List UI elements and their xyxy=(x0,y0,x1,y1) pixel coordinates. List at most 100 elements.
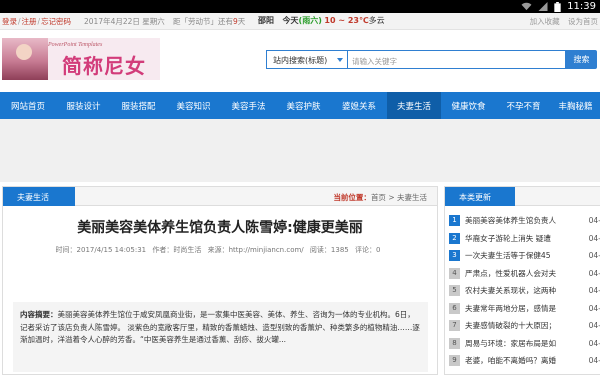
nav-beauty-techniques[interactable]: 美容手法 xyxy=(221,92,276,119)
bookmark-link[interactable]: 加入收藏 xyxy=(530,17,560,26)
weather-sky: (雨六) xyxy=(298,16,322,25)
list-item[interactable]: 8 周易与环境：家居布局是如 04- xyxy=(449,335,600,353)
list-item-title[interactable]: 美丽美容美体养生馆负责人 xyxy=(465,215,586,226)
countdown-suffix: 天 xyxy=(237,17,246,26)
signal-icon xyxy=(538,2,548,11)
site-logo[interactable]: PowerPoint Templates 简称尼女性 xyxy=(2,38,160,80)
sidebar-header: 本类更新 xyxy=(445,187,600,206)
wifi-icon xyxy=(521,2,532,11)
search-scope-value: 站内搜索(标题) xyxy=(273,56,328,65)
nav-home[interactable]: 网站首页 xyxy=(0,92,56,119)
nav-skin-care[interactable]: 美容护肤 xyxy=(276,92,331,119)
summary-text: 美丽美容美体养生馆位于咸安凤凰商业街，是一家集中医美容、美体、养生、咨询为一体的… xyxy=(20,310,420,344)
rank-badge: 9 xyxy=(449,355,460,367)
weather-city: 邵阳 xyxy=(258,16,274,25)
article-panel: 夫妻生活 当前位置：首页 > 夫妻生活 美丽美容美体养生馆负责人陈雪婷:健康更美… xyxy=(2,186,438,375)
breadcrumb-separator: > xyxy=(385,193,397,202)
rank-badge: 6 xyxy=(449,302,460,314)
nav-married-life[interactable]: 夫妻生活 xyxy=(387,92,441,119)
list-item-date: 04- xyxy=(588,251,600,261)
current-date: 2017年4月22日 星期六 xyxy=(84,17,165,26)
breadcrumb-label: 当前位置： xyxy=(333,193,371,202)
article-views: 阅读：1385 xyxy=(309,246,349,254)
top-info-bar: 登录/注册/忘记密码 2017年4月22日 星期六 距「劳动节」还有9天 邵阳 … xyxy=(0,13,600,30)
list-item-title[interactable]: 一次夫妻生活等于保健45 xyxy=(465,250,586,261)
search-input[interactable]: 请输入关键字 xyxy=(348,50,566,69)
article-comments: 评论：0 xyxy=(354,246,381,254)
login-link[interactable]: 登录 xyxy=(2,17,17,26)
nav-clothing-design[interactable]: 服装设计 xyxy=(56,92,111,119)
list-item-title[interactable]: 华裔女子游轮上消失 疑遭 xyxy=(465,233,586,244)
article-summary: 内容摘要：美丽美容美体养生馆位于咸安凤凰商业街，是一家集中医美容、美体、养生、咨… xyxy=(13,302,428,372)
rank-badge: 5 xyxy=(449,285,460,297)
section-tab[interactable]: 夫妻生活 xyxy=(3,187,75,206)
weather-condition: 多云 xyxy=(368,16,385,25)
separator: / xyxy=(18,17,21,26)
list-item[interactable]: 2 华裔女子游轮上消失 疑遭 04- xyxy=(449,230,600,248)
weather-widget: 邵阳 今天(雨六) 10 ~ 23℃多云 xyxy=(258,15,385,26)
search-scope-select[interactable]: 站内搜索(标题) xyxy=(266,50,348,69)
list-item-date: 04- xyxy=(588,321,600,331)
list-item[interactable]: 5 农村夫妻关系现状，这两种 04- xyxy=(449,282,600,300)
search-bar: 站内搜索(标题) 请输入关键字 搜索 xyxy=(266,50,597,69)
weather-day: 今天 xyxy=(282,16,299,25)
nav-infertility[interactable]: 不孕不育 xyxy=(496,92,551,119)
register-link[interactable]: 注册 xyxy=(22,17,37,26)
separator: / xyxy=(37,17,41,26)
list-item-date: 04- xyxy=(588,233,600,243)
list-item[interactable]: 1 美丽美容美体养生馆负责人 04- xyxy=(449,212,600,230)
article-panel-header: 夫妻生活 当前位置：首页 > 夫妻生活 xyxy=(3,187,437,206)
article-author: 作者：时尚生活 xyxy=(152,246,202,254)
main-nav: 网站首页 服装设计 服装搭配 美容知识 美容手法 美容护肤 婆媳关系 夫妻生活 … xyxy=(0,92,600,119)
nav-beauty-knowledge[interactable]: 美容知识 xyxy=(166,92,221,119)
chevron-down-icon xyxy=(337,58,343,62)
summary-label: 内容摘要： xyxy=(20,310,58,319)
list-item-date: 04- xyxy=(588,338,600,348)
set-homepage-link[interactable]: 设为首页 xyxy=(568,17,598,26)
list-item-date: 04- xyxy=(588,216,600,226)
countdown-prefix: 距「劳动节」还有 xyxy=(173,17,233,26)
list-item[interactable]: 3 一次夫妻生活等于保健45 04- xyxy=(449,247,600,265)
breadcrumb-home[interactable]: 首页 xyxy=(371,193,386,202)
battery-icon xyxy=(554,1,561,12)
article-meta: 时间：2017/4/15 14:05:31 作者：时尚生活 来源：http://… xyxy=(3,245,437,255)
breadcrumb-current[interactable]: 夫妻生活 xyxy=(397,193,427,202)
list-item[interactable]: 4 严肃点，性爱机器人会对夫 04- xyxy=(449,265,600,283)
rank-badge: 8 xyxy=(449,337,460,349)
sidebar-title: 本类更新 xyxy=(445,187,515,206)
breadcrumb: 当前位置：首页 > 夫妻生活 xyxy=(333,192,427,203)
list-item-title[interactable]: 严肃点，性爱机器人会对夫 xyxy=(465,268,586,279)
forgot-password-link[interactable]: 忘记密码 xyxy=(41,17,71,26)
list-item-title[interactable]: 夫妻常年两地分居，感情是 xyxy=(465,303,586,314)
list-item-date: 04- xyxy=(588,303,600,313)
list-item-title[interactable]: 老婆，咱能不离婚吗？离婚 xyxy=(465,355,586,366)
holiday-countdown: 距「劳动节」还有9天 xyxy=(173,16,245,27)
search-button[interactable]: 搜索 xyxy=(566,50,597,69)
system-status-bar: 11:39 xyxy=(0,0,600,13)
article-title: 美丽美容美体养生馆负责人陈雪婷:健康更美丽 xyxy=(77,220,363,236)
rank-badge: 4 xyxy=(449,267,460,279)
nav-in-law-relations[interactable]: 婆媳关系 xyxy=(331,92,387,119)
list-item[interactable]: 6 夫妻常年两地分居，感情是 04- xyxy=(449,300,600,318)
list-item[interactable]: 7 夫妻感情破裂的十大原因； 04- xyxy=(449,317,600,335)
list-item-title[interactable]: 夫妻感情破裂的十大原因； xyxy=(465,320,586,331)
list-item-date: 04- xyxy=(588,356,600,366)
account-links: 登录/注册/忘记密码 xyxy=(2,16,71,27)
weather-temperature: 10 ~ 23℃ xyxy=(324,16,369,25)
nav-breast-enhancement[interactable]: 丰胸秘籍 xyxy=(551,92,600,119)
clock: 11:39 xyxy=(567,1,596,12)
list-item-title[interactable]: 农村夫妻关系现状，这两种 xyxy=(465,285,586,296)
rank-badge: 7 xyxy=(449,320,460,332)
nav-healthy-diet[interactable]: 健康饮食 xyxy=(441,92,496,119)
logo-text: 简称尼女性 xyxy=(62,54,146,78)
list-item-date: 04- xyxy=(588,286,600,296)
list-item[interactable]: 9 老婆，咱能不离婚吗？离婚 04- xyxy=(449,352,600,370)
sidebar-latest: 本类更新 1 美丽美容美体养生馆负责人 04- 2 华裔女子游轮上消失 疑遭 04- 3… xyxy=(444,186,600,375)
nav-clothing-matching[interactable]: 服装搭配 xyxy=(111,92,166,119)
list-item-date: 04- xyxy=(588,268,600,278)
rank-badge: 1 xyxy=(449,215,460,227)
list-item-title[interactable]: 周易与环境：家居布局是如 xyxy=(465,338,586,349)
article-time: 时间：2017/4/15 14:05:31 xyxy=(55,246,147,254)
logo-tagline: PowerPoint Templates xyxy=(48,42,103,48)
logo-woman-image xyxy=(2,38,48,80)
